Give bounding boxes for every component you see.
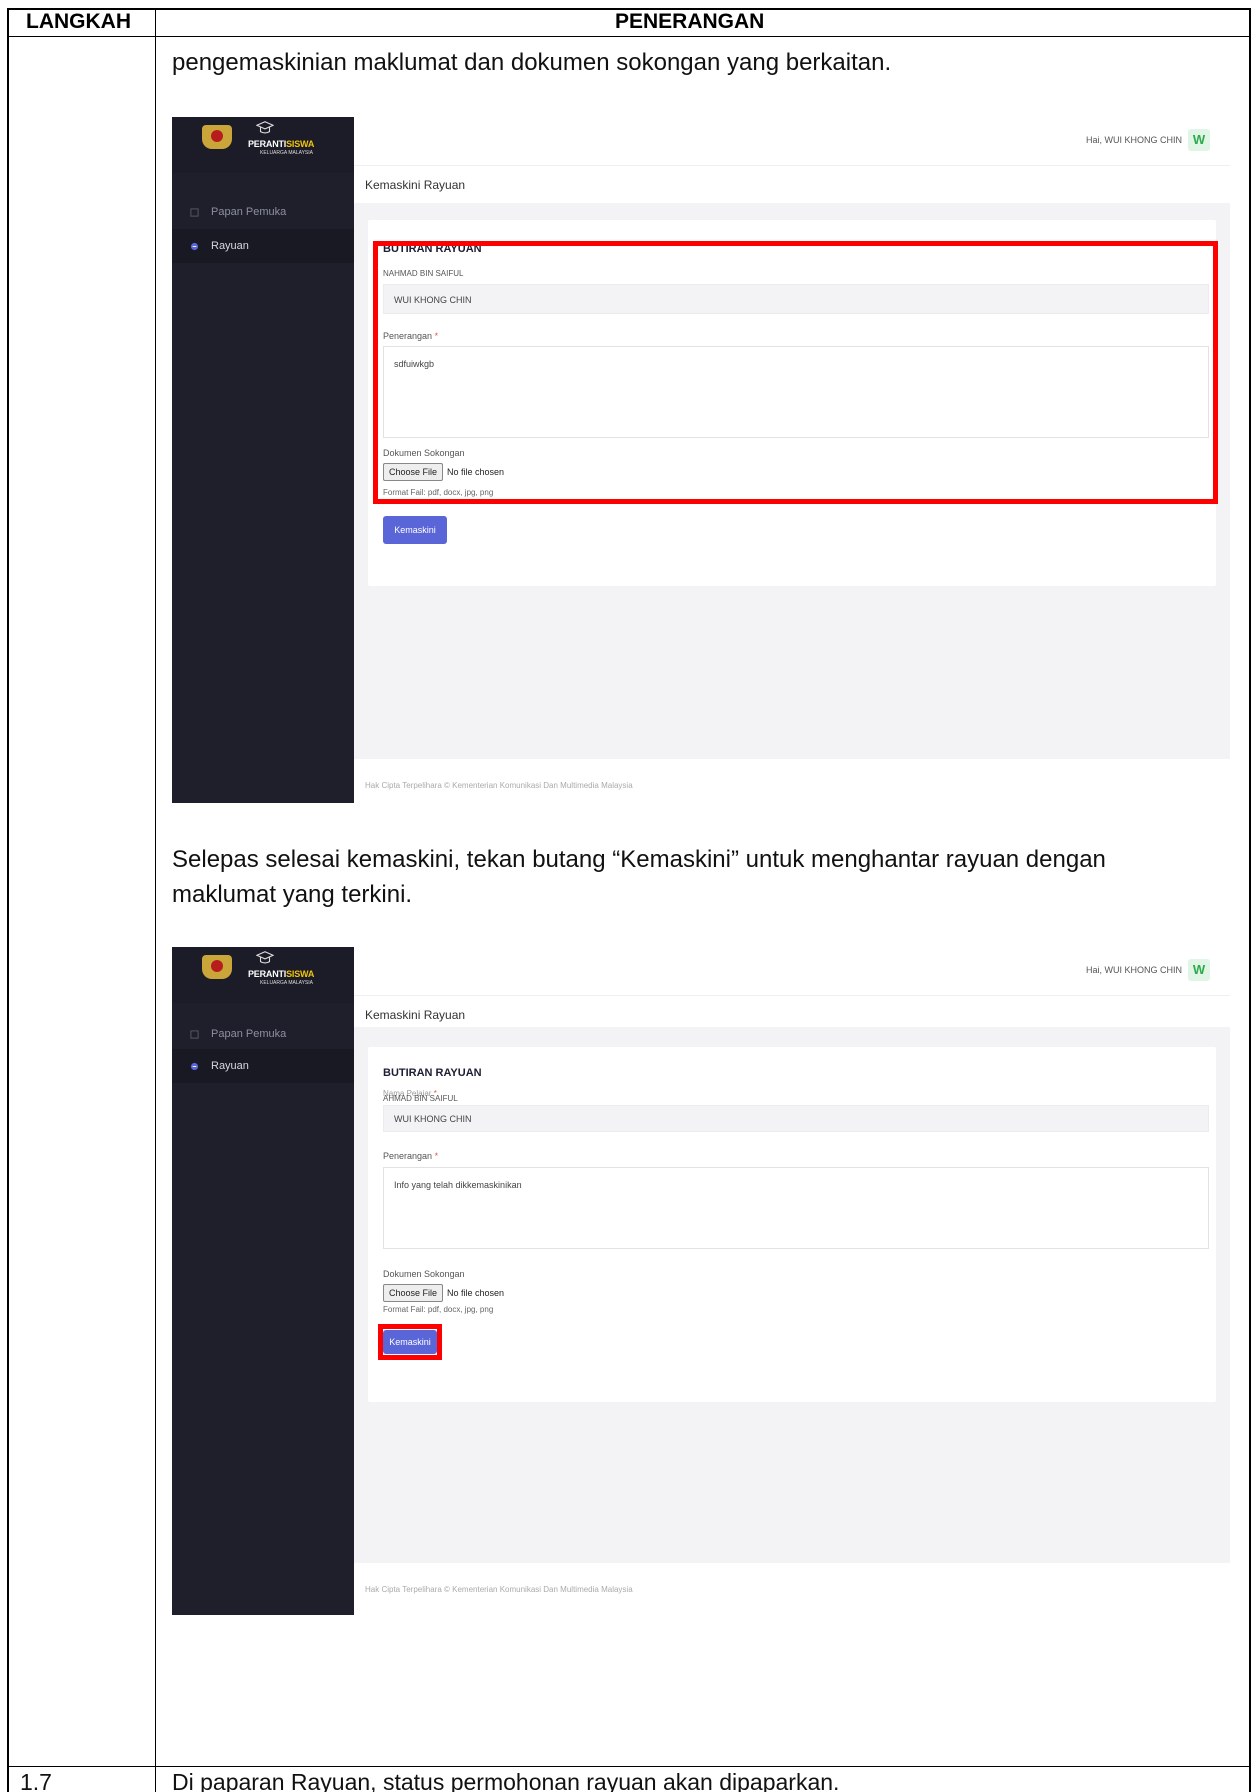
highlight-box-form xyxy=(373,241,1218,504)
table-border-left xyxy=(7,8,9,1792)
graduation-cap-icon xyxy=(256,951,274,964)
header-divider xyxy=(7,36,1251,37)
logo-title: PERANTISISWA xyxy=(248,969,315,979)
sidebar: PERANTISISWA KELUARGA MALAYSIA Papan Pem… xyxy=(172,117,354,803)
page-header: Kemaskini Rayuan xyxy=(354,165,1230,203)
sidebar-item-label: Papan Pemuka xyxy=(211,206,287,218)
crest-icon xyxy=(202,125,232,149)
sidebar: PERANTISISWA KELUARGA MALAYSIA Papan Pem… xyxy=(172,947,354,1615)
student-name-overlay: AHMAD BIN SAIFUL xyxy=(383,1094,458,1103)
graduation-cap-icon xyxy=(256,121,274,134)
choose-file-button[interactable]: Choose File xyxy=(383,1284,444,1302)
step-description: Di paparan Rayuan, status permohonan ray… xyxy=(172,1769,840,1792)
description-label: Penerangan * xyxy=(383,1151,439,1161)
kemaskini-button[interactable]: Kemaskini xyxy=(383,516,447,544)
student-name-field: WUI KHONG CHIN xyxy=(383,1105,1209,1132)
greeting: Hai, WUI KHONG CHIN xyxy=(1085,965,1182,975)
screenshot-submit: PERANTISISWA KELUARGA MALAYSIA Papan Pem… xyxy=(172,947,1230,1615)
app-logo: PERANTISISWA KELUARGA MALAYSIA xyxy=(172,947,354,1003)
app-logo: PERANTISISWA KELUARGA MALAYSIA xyxy=(172,117,354,173)
sidebar-item-papan-pemuka[interactable]: Papan Pemuka xyxy=(172,1017,354,1051)
header-penerangan: PENERANGAN xyxy=(615,10,765,33)
description-textarea[interactable]: Info yang telah dikkemaskinikan xyxy=(383,1167,1209,1249)
intro-paragraph: pengemaskinian maklumat dan dokumen soko… xyxy=(172,49,892,76)
sidebar-item-rayuan[interactable]: Rayuan xyxy=(172,1049,354,1083)
appeal-form-card: BUTIRAN RAYUAN Nama Pelajar * AHMAD BIN … xyxy=(368,1047,1216,1402)
sidebar-item-rayuan[interactable]: Rayuan xyxy=(172,229,354,263)
header-langkah: LANGKAH xyxy=(26,10,131,33)
topbar: Hai, WUI KHONG CHIN W xyxy=(354,947,1230,995)
card-title: BUTIRAN RAYUAN xyxy=(383,1067,482,1079)
page-title: Kemaskini Rayuan xyxy=(365,1008,466,1022)
logo-subtitle: KELUARGA MALAYSIA xyxy=(260,980,313,986)
screenshot-edit-form: PERANTISISWA KELUARGA MALAYSIA Papan Pem… xyxy=(172,117,1230,803)
logo-title: PERANTISISWA xyxy=(248,139,315,149)
sidebar-item-label: Papan Pemuka xyxy=(211,1028,287,1040)
sidebar-item-label: Rayuan xyxy=(211,1060,249,1072)
step-number: 1.7 xyxy=(20,1769,52,1792)
highlight-box-button xyxy=(378,1324,442,1360)
crest-icon xyxy=(202,955,232,979)
footer-copyright: Hak Cipta Terpelihara © Kementerian Komu… xyxy=(365,781,633,790)
instruction-line-1: Selepas selesai kemaskini, tekan butang … xyxy=(172,846,1106,873)
format-hint: Format Fail: pdf, docx, jpg, png xyxy=(383,1305,494,1314)
dashboard-icon xyxy=(190,1029,199,1039)
footer-copyright: Hak Cipta Terpelihara © Kementerian Komu… xyxy=(365,1585,633,1594)
file-status: No file chosen xyxy=(447,1288,505,1298)
topbar: Hai, WUI KHONG CHIN W xyxy=(354,117,1230,165)
footer: Hak Cipta Terpelihara © Kementerian Komu… xyxy=(354,1563,1230,1615)
page-title: Kemaskini Rayuan xyxy=(365,178,466,192)
sidebar-item-papan-pemuka[interactable]: Papan Pemuka xyxy=(172,195,354,229)
appeal-icon xyxy=(190,1062,199,1070)
file-upload: Choose File No file chosen xyxy=(383,1284,504,1302)
supporting-doc-label: Dokumen Sokongan xyxy=(383,1269,465,1279)
appeal-icon xyxy=(190,242,199,250)
column-divider xyxy=(155,8,156,1792)
footer: Hak Cipta Terpelihara © Kementerian Komu… xyxy=(354,759,1230,803)
avatar[interactable]: W xyxy=(1188,129,1210,151)
instruction-line-2: maklumat yang terkini. xyxy=(172,881,413,908)
sidebar-item-label: Rayuan xyxy=(211,240,249,252)
avatar[interactable]: W xyxy=(1188,959,1210,981)
logo-subtitle: KELUARGA MALAYSIA xyxy=(260,150,313,156)
dashboard-icon xyxy=(190,207,199,217)
greeting: Hai, WUI KHONG CHIN xyxy=(1085,135,1182,145)
